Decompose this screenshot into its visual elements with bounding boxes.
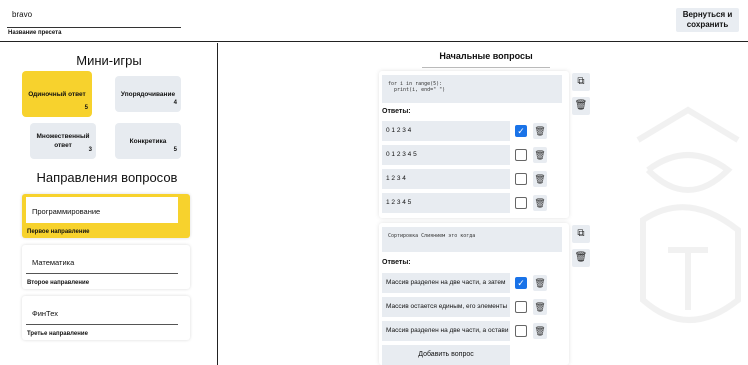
delete-answer-button[interactable]: 🗑: [533, 123, 547, 139]
delete-question-button[interactable]: 🗑: [572, 97, 590, 115]
questions-panel: Начальные вопросы for i in range(5): pri…: [219, 43, 748, 365]
preset-name-input[interactable]: bravo: [7, 6, 181, 28]
copy-question-button[interactable]: ⧉: [572, 225, 590, 243]
answers-label: Ответы:: [382, 259, 411, 266]
minigame-count: 5: [84, 105, 88, 111]
correct-checkbox[interactable]: [515, 301, 527, 313]
answer-input[interactable]: Массив разделен на две части, а затем: [382, 273, 510, 293]
delete-answer-button[interactable]: 🗑: [533, 147, 547, 163]
minigame-count: 3: [88, 147, 92, 153]
trash-icon: 🗑: [574, 100, 588, 111]
delete-answer-button[interactable]: 🗑: [533, 171, 547, 187]
trash-icon: 🗑: [534, 198, 546, 208]
tab-initial-questions[interactable]: Начальные вопросы: [422, 51, 550, 68]
minigame-count: 5: [173, 147, 177, 153]
minigame-label: Конкретика: [129, 137, 167, 145]
answer-input[interactable]: 1 2 3 4 5: [382, 193, 510, 213]
direction-input[interactable]: Программирование: [26, 197, 178, 223]
top-bar: bravo Название пресета Вернуться и сохра…: [0, 0, 748, 42]
delete-answer-button[interactable]: 🗑: [533, 299, 547, 315]
question-card-2: Сортировка Слиянием это когда Ответы: Ма…: [379, 223, 569, 365]
delete-answer-button[interactable]: 🗑: [533, 323, 547, 339]
trash-icon: 🗑: [534, 174, 546, 184]
preset-editor: bravo Название пресета Вернуться и сохра…: [0, 0, 748, 365]
correct-checkbox[interactable]: [515, 197, 527, 209]
answer-input[interactable]: Массив разделен на две части, а остави: [382, 321, 510, 341]
direction-card-2[interactable]: Математика Второе направление: [22, 245, 190, 289]
trash-icon: 🗑: [534, 150, 546, 160]
direction-input[interactable]: ФинТех: [26, 299, 178, 325]
answer-input[interactable]: 0 1 2 3 4: [382, 121, 510, 141]
direction-label: Третье направление: [27, 331, 88, 337]
answers-label: Ответы:: [382, 108, 411, 115]
question-text-input[interactable]: for i in range(5): print(i, end=" "): [382, 75, 562, 103]
direction-card-1[interactable]: Программирование Первое направление: [22, 194, 190, 238]
correct-checkbox[interactable]: [515, 173, 527, 185]
copy-question-button[interactable]: ⧉: [572, 73, 590, 91]
minigame-multiple-answer[interactable]: Множественный ответ 3: [30, 123, 96, 159]
minigame-single-answer[interactable]: Одиночный ответ 5: [22, 71, 92, 117]
trash-icon: 🗑: [534, 126, 546, 136]
minigames-title: Мини-игры: [76, 53, 142, 68]
direction-input[interactable]: Математика: [26, 248, 178, 274]
check-icon: ✓: [517, 278, 525, 288]
question-card-1: for i in range(5): print(i, end=" ") Отв…: [379, 71, 569, 218]
add-question-button[interactable]: Добавить вопрос: [382, 345, 510, 365]
delete-answer-button[interactable]: 🗑: [533, 195, 547, 211]
check-icon: ✓: [517, 126, 525, 136]
trash-icon: 🗑: [534, 278, 546, 288]
answer-input[interactable]: 1 2 3 4: [382, 169, 510, 189]
direction-label: Второе направление: [27, 280, 90, 286]
minigame-label: Множественный ответ: [36, 133, 90, 149]
correct-checkbox[interactable]: ✓: [515, 277, 527, 289]
trash-icon: 🗑: [534, 302, 546, 312]
direction-card-3[interactable]: ФинТех Третье направление: [22, 296, 190, 340]
minigame-label: Упорядочивание: [120, 90, 176, 98]
trash-icon: 🗑: [534, 326, 546, 336]
answer-input[interactable]: Массив остается единым, его элементы: [382, 297, 510, 317]
preset-name-label: Название пресета: [8, 30, 62, 36]
minigame-specifics[interactable]: Конкретика 5: [115, 123, 181, 159]
copy-icon: ⧉: [577, 76, 585, 87]
directions-title: Направления вопросов: [36, 170, 178, 185]
question-text-input[interactable]: Сортировка Слиянием это когда: [382, 227, 562, 252]
delete-answer-button[interactable]: 🗑: [533, 275, 547, 291]
correct-checkbox[interactable]: [515, 325, 527, 337]
copy-icon: ⧉: [577, 228, 585, 239]
correct-checkbox[interactable]: [515, 149, 527, 161]
correct-checkbox[interactable]: ✓: [515, 125, 527, 137]
minigame-ordering[interactable]: Упорядочивание 4: [115, 76, 181, 112]
trash-icon: 🗑: [574, 252, 588, 263]
answer-input[interactable]: 0 1 2 3 4 5: [382, 145, 510, 165]
left-panel: Мини-игры Одиночный ответ 5 Упорядочиван…: [0, 43, 218, 365]
minigame-label: Одиночный ответ: [28, 90, 86, 98]
back-and-save-button[interactable]: Вернуться и сохранить: [676, 8, 739, 32]
minigame-count: 4: [173, 100, 177, 106]
delete-question-button[interactable]: 🗑: [572, 249, 590, 267]
direction-label: Первое направление: [27, 229, 90, 235]
